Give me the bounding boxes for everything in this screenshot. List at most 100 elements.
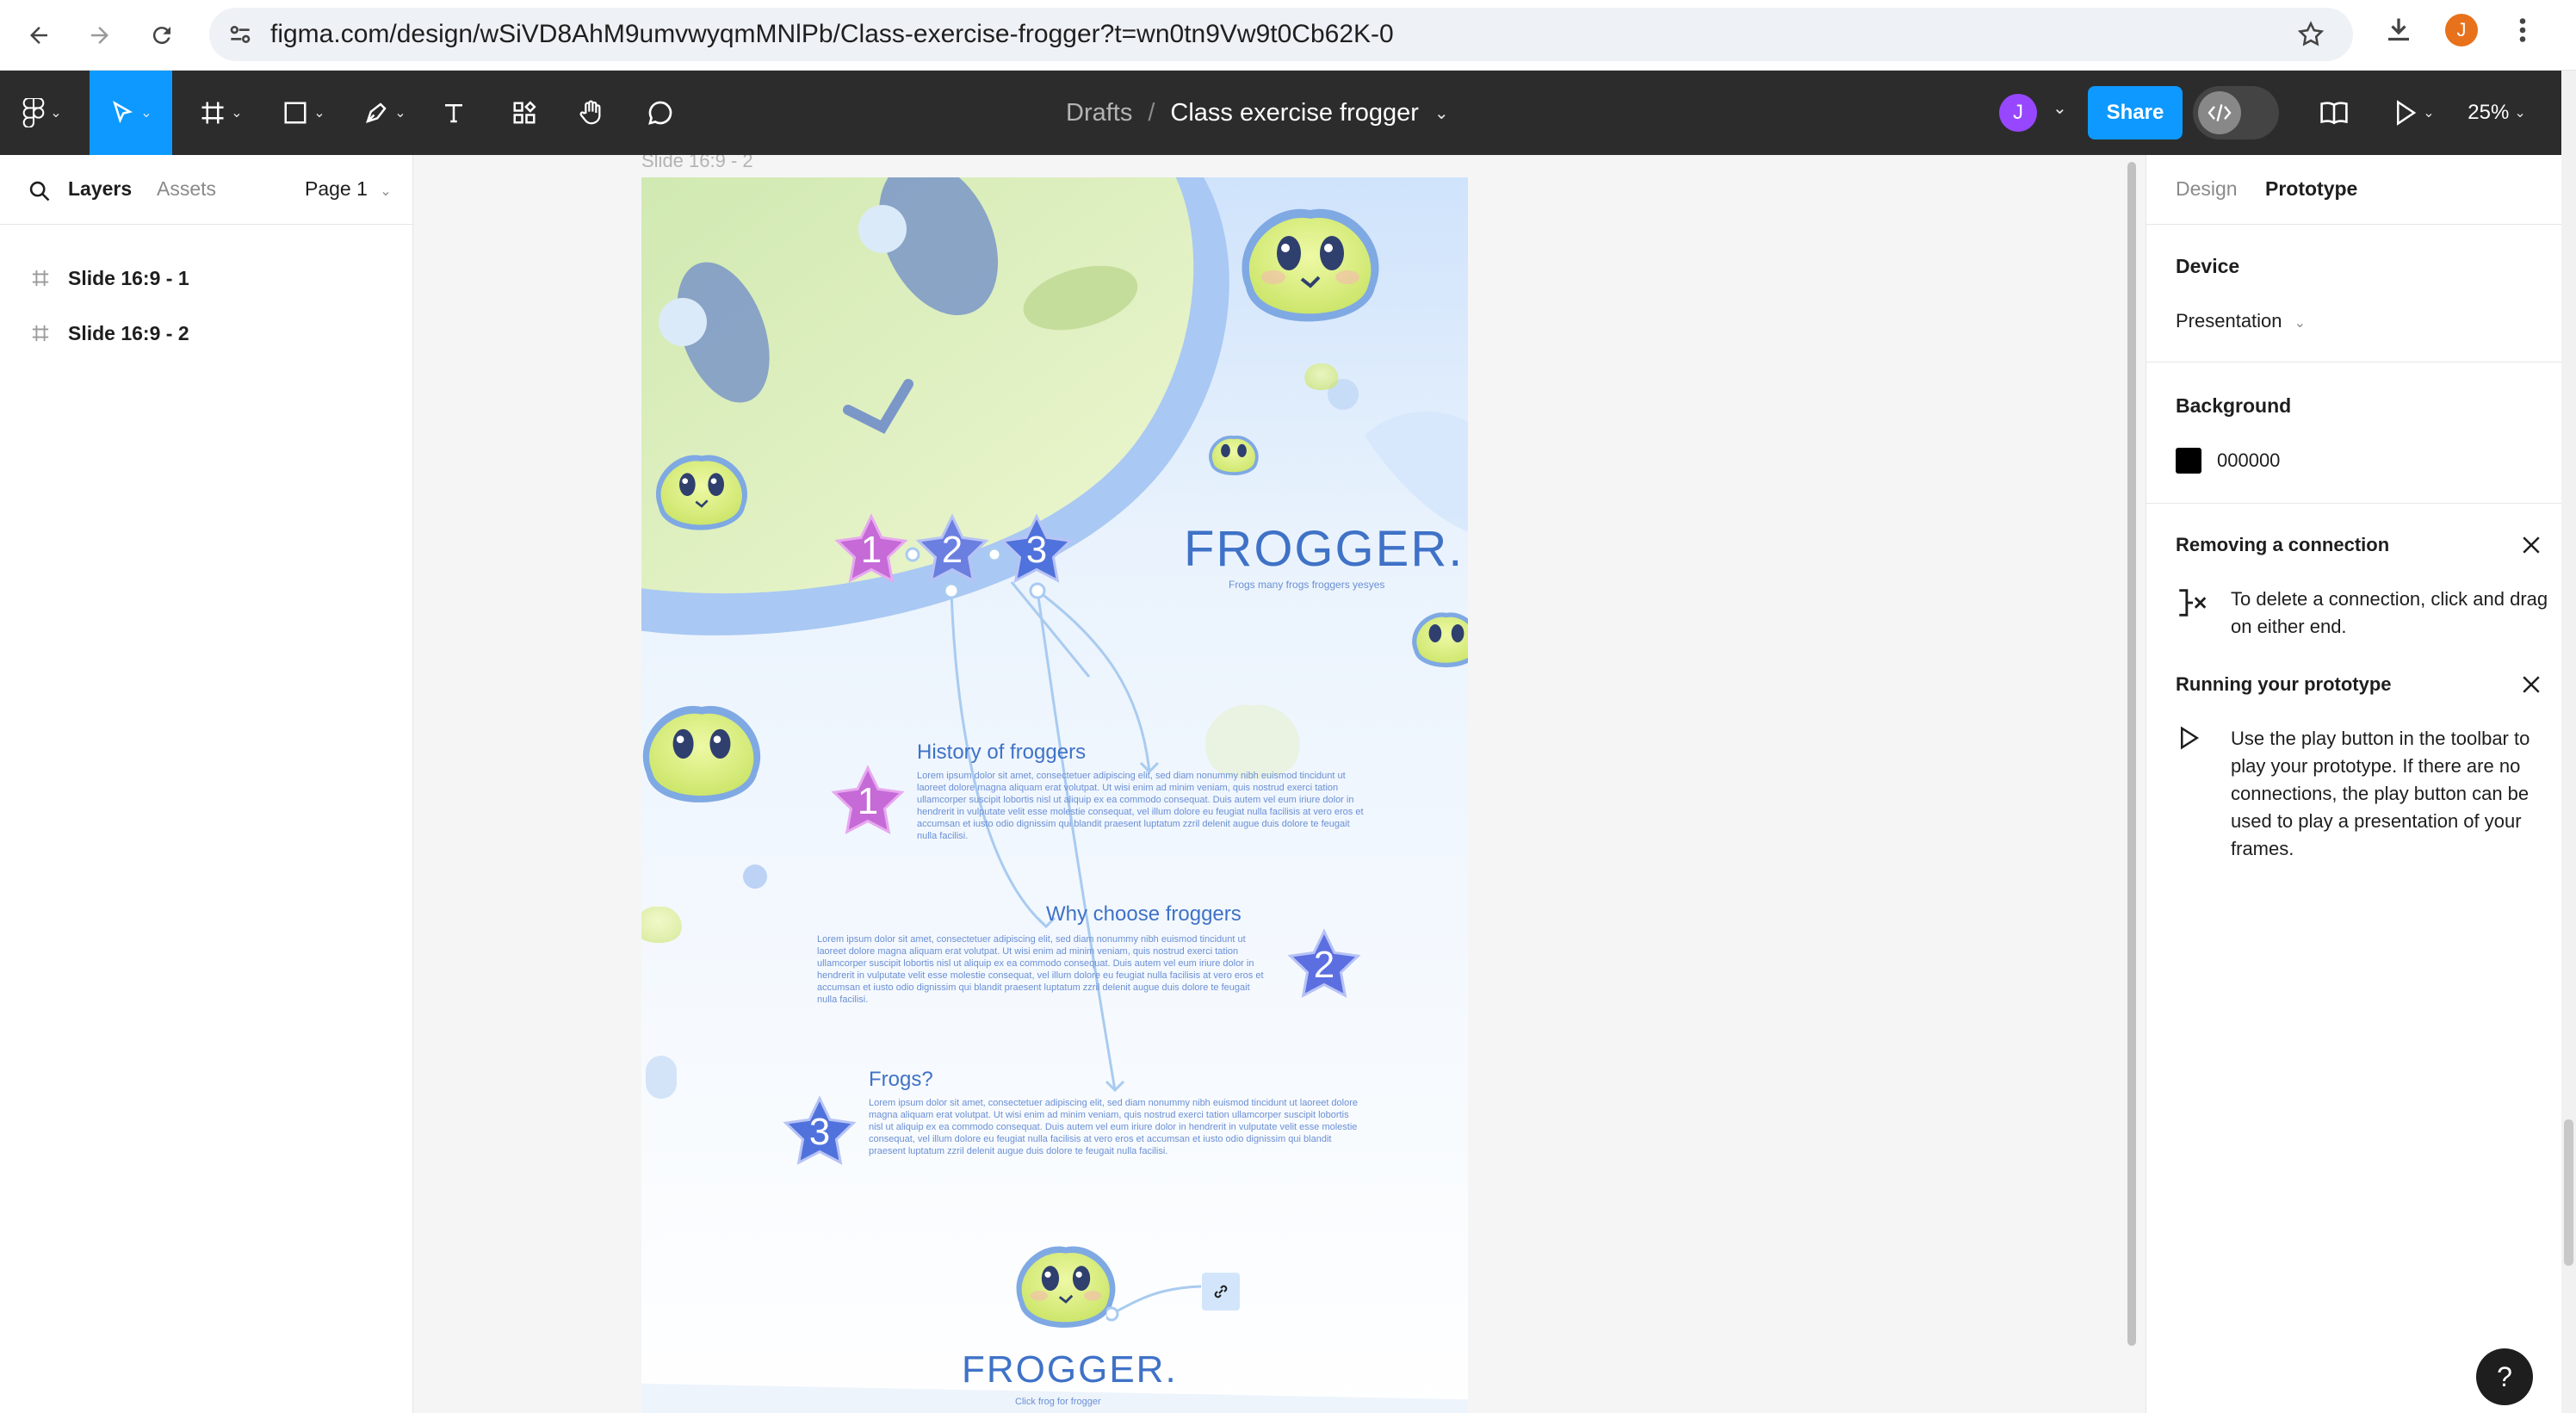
canvas-scrollbar[interactable]	[2127, 162, 2136, 1346]
star-button-3[interactable]: 3	[998, 513, 1075, 592]
zoom-level: 25%	[2468, 101, 2510, 124]
page-scrollbar-thumb[interactable]	[2564, 1119, 2573, 1266]
device-value: Presentation	[2176, 310, 2282, 332]
pen-tool[interactable]: ⌄	[355, 71, 415, 155]
library-button[interactable]	[2314, 71, 2354, 155]
tip-text: Use the play button in the toolbar to pl…	[2231, 728, 2530, 859]
footer-title: FROGGER.	[962, 1348, 1178, 1391]
figma-toolbar: ⌄ ⌄ ⌄ ⌄ ⌄ Drafts / Class exercise frogge…	[0, 71, 2561, 155]
more-vert-icon[interactable]	[2510, 15, 2536, 46]
figma-logo-icon	[22, 98, 45, 127]
properties-panel: Design Prototype Device Presentation ⌄ B…	[2146, 155, 2562, 1413]
divider	[2146, 503, 2562, 504]
canvas[interactable]: Slide 16:9 - 2 FROGGER. Frogs many frogs…	[414, 155, 2145, 1413]
star-number: 3	[808, 1111, 831, 1153]
tab-assets[interactable]: Assets	[157, 177, 216, 201]
dev-mode-toggle[interactable]	[2193, 86, 2279, 139]
forward-button[interactable]	[76, 11, 124, 59]
shape-tool[interactable]: ⌄	[274, 71, 334, 155]
zoom-menu[interactable]: 25% ⌄	[2462, 71, 2531, 155]
tab-prototype[interactable]: Prototype	[2265, 177, 2357, 201]
chevron-down-icon: ⌄	[2423, 106, 2435, 121]
section-heading: Why choose froggers	[1046, 902, 1242, 926]
chevron-down-icon: ⌄	[231, 106, 243, 121]
tip-title: Running your prototype	[2176, 673, 2392, 695]
comment-icon	[648, 101, 672, 125]
hand-tool[interactable]	[572, 71, 611, 155]
section-body: Lorem ipsum dolor sit amet, consectetuer…	[817, 934, 1264, 1005]
chevron-down-icon: ⌄	[2294, 316, 2307, 331]
star-number: 2	[1313, 944, 1335, 986]
divider	[2146, 224, 2562, 225]
link-icon[interactable]	[1202, 1273, 1240, 1311]
background-hex[interactable]: 000000	[2217, 449, 2280, 472]
star-number: 1	[857, 780, 879, 822]
hand-icon	[579, 100, 601, 125]
text-icon	[445, 104, 462, 123]
star-button-1[interactable]: 1	[833, 513, 910, 592]
address-bar[interactable]: figma.com/design/wSiVD8AhM9umvwyqmMNlPb/…	[209, 8, 2353, 61]
layer-row[interactable]: Slide 16:9 - 2	[0, 307, 413, 360]
back-button[interactable]	[15, 11, 63, 59]
site-settings-icon[interactable]	[226, 21, 254, 48]
divider	[0, 224, 413, 225]
device-select[interactable]: Presentation ⌄	[2176, 310, 2306, 332]
disconnect-icon	[2179, 589, 2207, 617]
reload-button[interactable]	[138, 11, 186, 59]
frame-icon	[32, 270, 49, 287]
user-avatar[interactable]: J	[1999, 94, 2037, 132]
section-heading: Frogs?	[869, 1068, 933, 1091]
layers-panel: Layers Assets Page 1 ⌄ Slide 16:9 - 1 Sl…	[0, 155, 413, 1413]
tab-layers[interactable]: Layers	[68, 177, 132, 201]
chevron-down-icon: ⌄	[50, 106, 62, 121]
section-heading: History of froggers	[917, 741, 1087, 764]
resources-tool[interactable]	[505, 71, 544, 155]
help-button[interactable]: ?	[2476, 1348, 2533, 1405]
file-name[interactable]: Class exercise frogger	[1170, 99, 1419, 127]
play-icon	[2397, 100, 2417, 126]
device-label: Device	[2176, 255, 2240, 277]
play-icon	[2181, 726, 2200, 750]
star-button-2[interactable]: 2	[913, 513, 991, 592]
section-star: 1	[829, 765, 907, 843]
browser-profile-avatar[interactable]: J	[2445, 14, 2478, 46]
close-icon[interactable]	[2518, 532, 2544, 558]
divider	[2146, 362, 2562, 363]
book-icon	[2320, 102, 2348, 125]
section-star: 2	[1285, 928, 1363, 1007]
share-button[interactable]: Share	[2088, 86, 2183, 139]
chevron-down-icon: ⌄	[313, 106, 325, 121]
present-button[interactable]: ⌄	[2385, 71, 2443, 155]
chevron-down-icon: ⌄	[2514, 106, 2526, 121]
rectangle-icon	[284, 102, 307, 124]
page-selector[interactable]: Page 1 ⌄	[305, 177, 392, 201]
layer-row[interactable]: Slide 16:9 - 1	[0, 251, 413, 305]
section-body: Lorem ipsum dolor sit amet, consectetuer…	[869, 1098, 1359, 1156]
page-name: Page 1	[305, 177, 368, 200]
cursor-icon	[113, 101, 133, 124]
star-number: 2	[941, 529, 963, 571]
layer-name: Slide 16:9 - 2	[68, 322, 189, 344]
chevron-down-icon[interactable]: ⌄	[2053, 97, 2067, 119]
url-text[interactable]: figma.com/design/wSiVD8AhM9umvwyqmMNlPb/…	[270, 8, 1394, 61]
frame-tool[interactable]: ⌄	[191, 71, 251, 155]
frame-label[interactable]: Slide 16:9 - 2	[641, 155, 753, 172]
search-icon[interactable]	[28, 179, 52, 203]
close-icon[interactable]	[2518, 672, 2544, 697]
section-star: 3	[781, 1095, 858, 1174]
slide-frame[interactable]: FROGGER. Frogs many frogs froggers yesye…	[641, 177, 1468, 1413]
chevron-down-icon[interactable]: ⌄	[1434, 102, 1449, 124]
download-icon[interactable]	[2383, 15, 2414, 46]
components-icon	[513, 101, 536, 124]
text-tool[interactable]	[434, 71, 474, 155]
code-icon	[2198, 91, 2241, 134]
move-tool[interactable]: ⌄	[90, 71, 172, 155]
tab-design[interactable]: Design	[2176, 177, 2238, 201]
background-swatch[interactable]	[2176, 448, 2201, 474]
bookmark-star-icon[interactable]	[2296, 20, 2325, 49]
main-menu-button[interactable]: ⌄	[12, 71, 72, 155]
breadcrumb-drafts[interactable]: Drafts	[1066, 99, 1132, 127]
comment-tool[interactable]	[641, 71, 680, 155]
footer-subtitle: Click frog for frogger	[1015, 1397, 1101, 1407]
arrow-right-icon	[91, 27, 108, 44]
